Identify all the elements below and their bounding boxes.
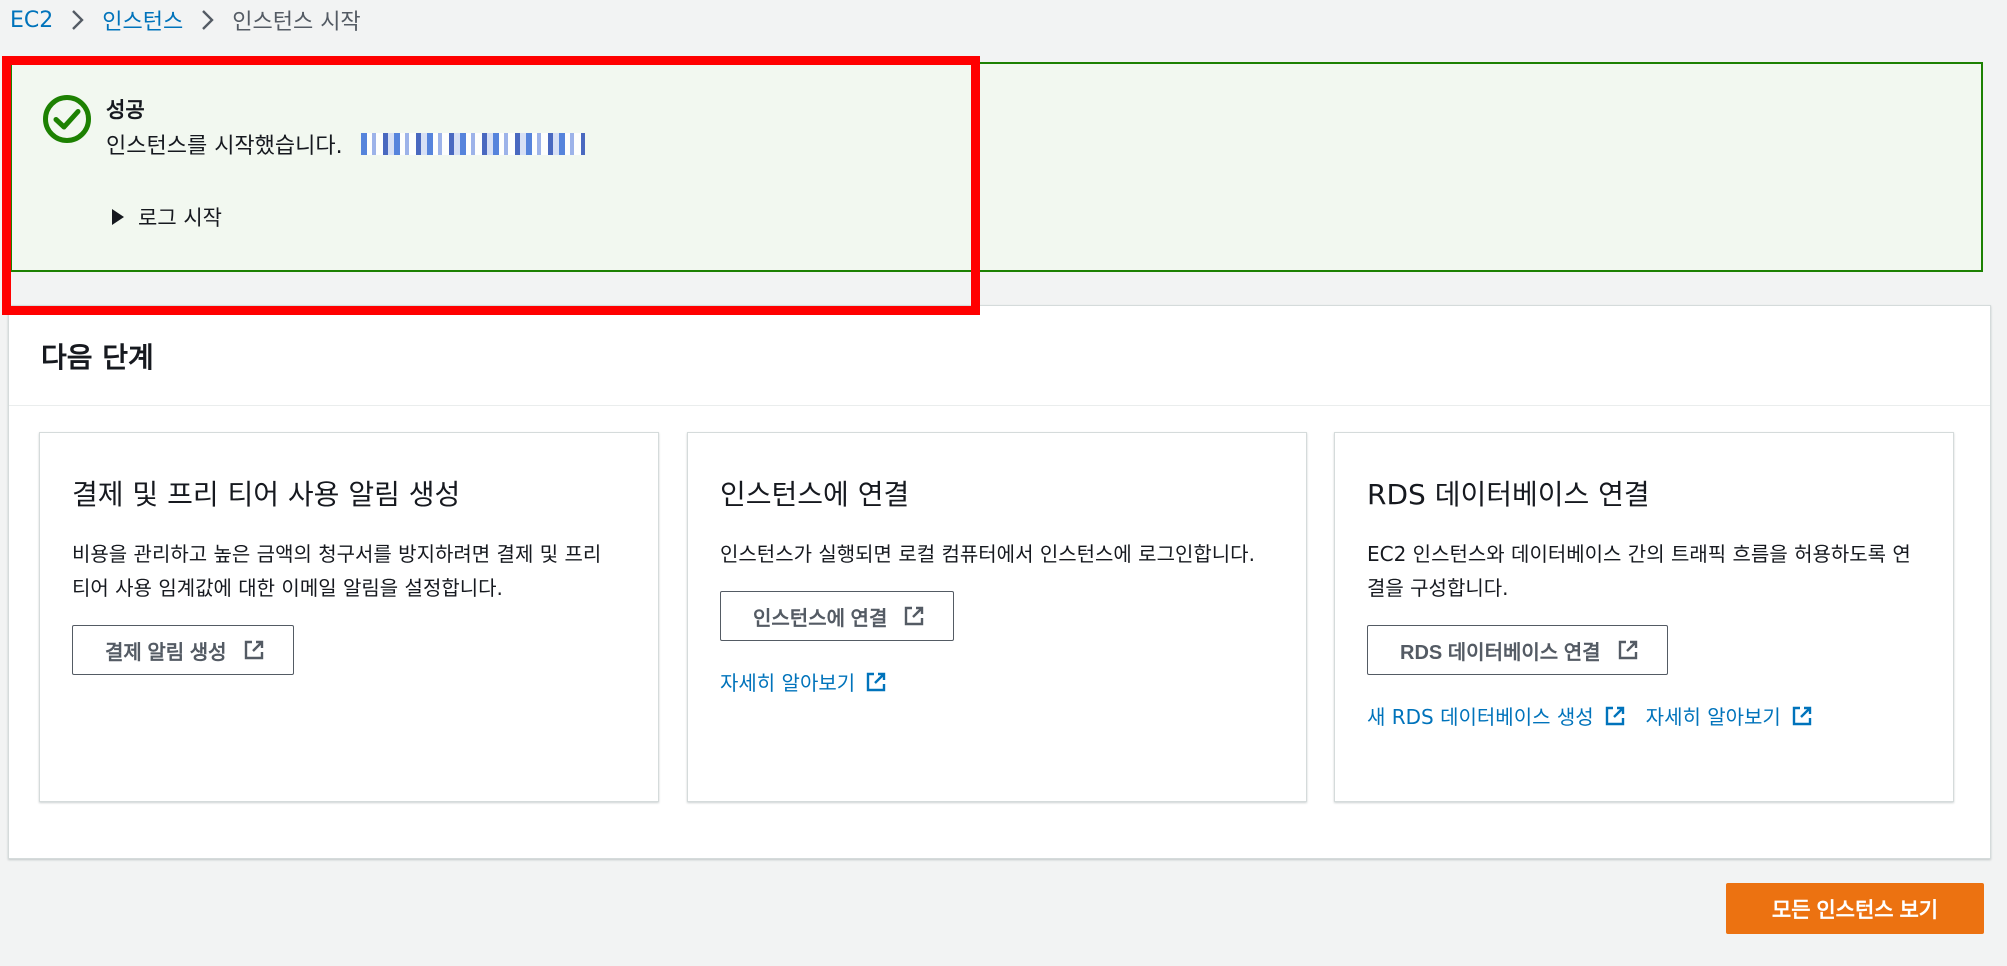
card-description: 인스턴스가 실행되면 로컬 컴퓨터에서 인스턴스에 로그인합니다. — [720, 542, 1255, 566]
next-steps-title: 다음 단계 — [9, 306, 1990, 406]
next-steps-panel: 다음 단계 결제 및 프리 티어 사용 알림 생성 비용을 관리하고 높은 금액… — [8, 305, 1991, 859]
external-link-icon — [1792, 706, 1812, 725]
redacted-instance-id — [360, 133, 585, 155]
create-billing-alert-button[interactable]: 결제 알림 생성 — [72, 625, 294, 675]
learn-more-link[interactable]: 자세히 알아보기 — [720, 667, 887, 696]
breadcrumb-link-ec2[interactable]: EC2 — [10, 8, 53, 33]
breadcrumb: EC2 인스턴스 인스턴스 시작 — [10, 4, 361, 36]
chevron-right-icon — [71, 9, 84, 31]
flash-message: 인스턴스를 시작했습니다. — [106, 128, 585, 160]
card-title: 인스턴스에 연결 — [720, 478, 910, 511]
card-connect-rds: RDS 데이터베이스 연결 EC2 인스턴스와 데이터베이스 간의 트래픽 흐름… — [1334, 432, 1954, 802]
flash-title: 성공 — [106, 98, 145, 122]
external-link-icon — [905, 606, 924, 626]
link-label: 자세히 알아보기 — [720, 671, 856, 695]
success-check-icon — [43, 95, 91, 143]
card-connect-instance: 인스턴스에 연결 인스턴스가 실행되면 로컬 컴퓨터에서 인스턴스에 로그인합니… — [687, 432, 1307, 802]
view-all-instances-button[interactable]: 모든 인스턴스 보기 — [1726, 883, 1984, 934]
breadcrumb-link-instances[interactable]: 인스턴스 — [102, 4, 183, 36]
card-description: 비용을 관리하고 높은 금액의 청구서를 방지하려면 결제 및 프리 티어 사용… — [72, 542, 602, 600]
button-label: 결제 알림 생성 — [105, 641, 227, 664]
launch-log-label: 로그 시작 — [138, 206, 222, 230]
card-title: 결제 및 프리 티어 사용 알림 생성 — [72, 478, 461, 511]
create-rds-database-link[interactable]: 새 RDS 데이터베이스 생성 — [1367, 701, 1626, 730]
success-flash: 성공 인스턴스를 시작했습니다. 로그 시작 — [10, 62, 1983, 272]
link-label: 자세히 알아보기 — [1645, 705, 1781, 729]
button-label: RDS 데이터베이스 연결 — [1400, 641, 1601, 664]
connect-instance-button[interactable]: 인스턴스에 연결 — [720, 591, 955, 641]
learn-more-link[interactable]: 자세히 알아보기 — [1646, 701, 1813, 730]
external-link-icon — [1618, 640, 1637, 660]
external-link-icon — [866, 672, 886, 691]
chevron-right-icon — [201, 9, 214, 31]
breadcrumb-current: 인스턴스 시작 — [232, 10, 361, 35]
flash-message-text: 인스턴스를 시작했습니다. — [106, 134, 343, 159]
card-description: EC2 인스턴스와 데이터베이스 간의 트래픽 흐름을 허용하도록 연결을 구성… — [1367, 542, 1911, 600]
caret-right-icon — [112, 209, 124, 225]
card-billing-alerts: 결제 및 프리 티어 사용 알림 생성 비용을 관리하고 높은 금액의 청구서를… — [39, 432, 659, 802]
connect-rds-button[interactable]: RDS 데이터베이스 연결 — [1367, 625, 1668, 675]
link-label: 새 RDS 데이터베이스 생성 — [1367, 705, 1594, 729]
launch-log-toggle[interactable]: 로그 시작 — [112, 202, 222, 232]
card-title: RDS 데이터베이스 연결 — [1367, 478, 1650, 511]
button-label: 인스턴스에 연결 — [753, 607, 888, 630]
external-link-icon — [1605, 706, 1624, 725]
external-link-icon — [244, 640, 263, 660]
